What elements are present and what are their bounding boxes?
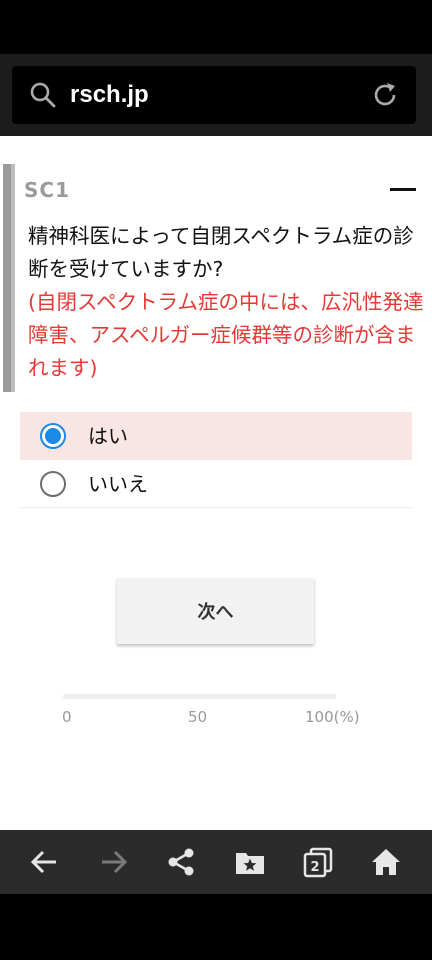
- browser-toolbar: rsch.jp: [0, 54, 432, 136]
- radio-button[interactable]: [40, 471, 66, 497]
- progress-tick: 0: [62, 708, 72, 726]
- reload-icon[interactable]: [370, 80, 400, 110]
- question-accent-bar: [3, 164, 15, 392]
- browser-bottom-nav: 2: [0, 830, 432, 894]
- question-note: (自閉スペクトラム症の中には、広汎性発達障害、アスペルガー症候群等の診断が含まれ…: [28, 290, 424, 380]
- question-id: SC1: [24, 178, 70, 202]
- status-bar: [0, 0, 432, 54]
- home-icon[interactable]: [370, 846, 402, 878]
- tab-count: 2: [310, 860, 319, 875]
- progress-tick: 100(%): [305, 708, 360, 726]
- url-field[interactable]: rsch.jp: [12, 66, 416, 124]
- forward-arrow-icon[interactable]: [98, 846, 130, 878]
- tabs-icon[interactable]: 2: [302, 846, 334, 878]
- bookmark-folder-icon[interactable]: [234, 846, 266, 878]
- system-navigation-bar: [0, 894, 432, 960]
- radio-button-checked[interactable]: [40, 423, 66, 449]
- option-yes[interactable]: はい: [20, 412, 412, 460]
- answer-options: はい いいえ: [20, 412, 412, 508]
- next-button[interactable]: 次へ: [117, 578, 314, 644]
- url-text[interactable]: rsch.jp: [70, 80, 149, 110]
- option-label: はい: [88, 424, 128, 448]
- back-arrow-icon[interactable]: [28, 846, 60, 878]
- question-block: SC1 精神科医によって自閉スペクトラム症の診断を受けていますか? (自閉スペク…: [0, 164, 432, 392]
- progress-bar: [63, 694, 336, 699]
- question-text: 精神科医によって自閉スペクトラム症の診断を受けていますか?: [28, 224, 414, 281]
- share-icon[interactable]: [165, 846, 197, 878]
- option-label: いいえ: [88, 472, 148, 496]
- minus-icon[interactable]: [390, 188, 416, 191]
- search-icon[interactable]: [28, 80, 58, 110]
- progress-tick: 50: [188, 708, 208, 726]
- page-content: SC1 精神科医によって自閉スペクトラム症の診断を受けていますか? (自閉スペク…: [0, 136, 432, 830]
- option-no[interactable]: いいえ: [20, 460, 412, 508]
